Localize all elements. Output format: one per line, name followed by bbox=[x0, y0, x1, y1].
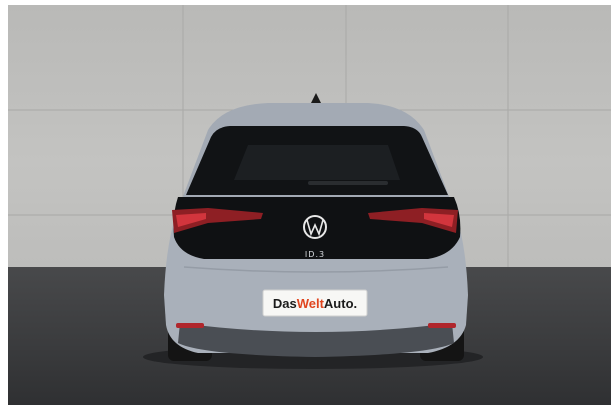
window-reflection bbox=[234, 145, 400, 180]
car-photo: ID.3 Das Welt Auto. bbox=[8, 5, 611, 405]
left-reflector bbox=[176, 323, 204, 328]
right-reflector bbox=[428, 323, 456, 328]
car-rear-illustration bbox=[8, 5, 611, 369]
model-badge: ID.3 bbox=[300, 250, 330, 259]
roof-antenna bbox=[311, 93, 321, 103]
model-badge-text: ID.3 bbox=[304, 250, 326, 259]
plate-text-auto: Auto. bbox=[323, 295, 358, 311]
plate-text-welt: Welt bbox=[296, 295, 324, 311]
plate-text-das: Das bbox=[272, 295, 297, 311]
rear-wiper bbox=[308, 181, 388, 185]
dealer-plate-text: Das Welt Auto. bbox=[263, 290, 367, 316]
